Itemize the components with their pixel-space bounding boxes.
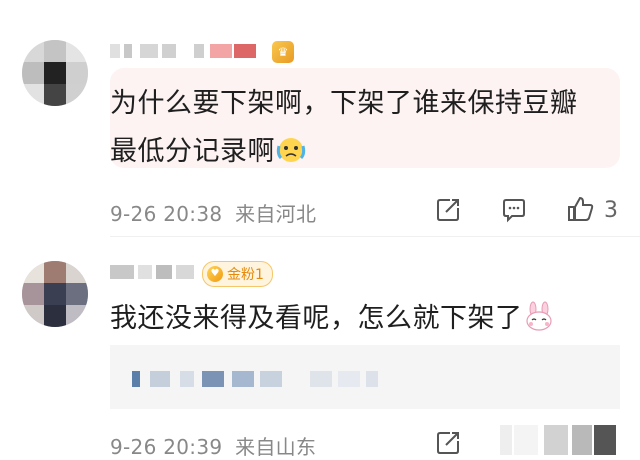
username-blurred[interactable]	[110, 44, 260, 58]
avatar[interactable]	[22, 261, 88, 327]
comment-date: 9-26 20:39	[110, 435, 223, 459]
comment-date: 9-26 20:38	[110, 202, 223, 226]
share-icon[interactable]	[434, 196, 462, 224]
comment-text: 我还没来得及看呢，怎么就下架了	[110, 295, 640, 343]
crying-emoji-icon	[275, 132, 307, 162]
comment-item: ♥ 金粉1 我还没来得及看呢，怎么就下架了 9-26 20:39 来自山东	[0, 237, 640, 459]
avatar[interactable]	[22, 40, 88, 106]
comment-meta: 9-26 20:39 来自山东	[110, 431, 316, 460]
fan-badge-label: 金粉1	[227, 267, 264, 283]
username-blurred[interactable]	[110, 265, 194, 279]
comment-item: ♛ 为什么要下架啊，下架了谁来保持豆瓣 最低分记录啊 9-26 20:38 来自…	[0, 0, 640, 237]
comment-meta: 9-26 20:38 来自河北	[110, 198, 316, 227]
fan-badge-icon: ♥	[207, 266, 223, 282]
comment-text-line2: 最低分记录啊	[110, 128, 640, 176]
comment-text: 为什么要下架啊，下架了谁来保持豆瓣 最低分记录啊	[110, 80, 640, 176]
bunny-emoji-icon	[523, 299, 555, 331]
comment-icon[interactable]	[500, 196, 528, 224]
blurred-action-icons[interactable]	[500, 425, 620, 455]
quoted-content-blurred[interactable]	[110, 345, 620, 409]
comment-text-line1: 为什么要下架啊，下架了谁来保持豆瓣	[110, 88, 578, 119]
comment-location: 来自河北	[235, 202, 317, 226]
fan-badge: ♥ 金粉1	[202, 261, 273, 287]
share-icon[interactable]	[434, 429, 462, 457]
fan-level-badge-icon: ♛	[272, 41, 294, 63]
comment-location: 来自山东	[235, 435, 317, 459]
like-icon[interactable]	[566, 194, 596, 224]
like-count: 3	[604, 198, 618, 223]
